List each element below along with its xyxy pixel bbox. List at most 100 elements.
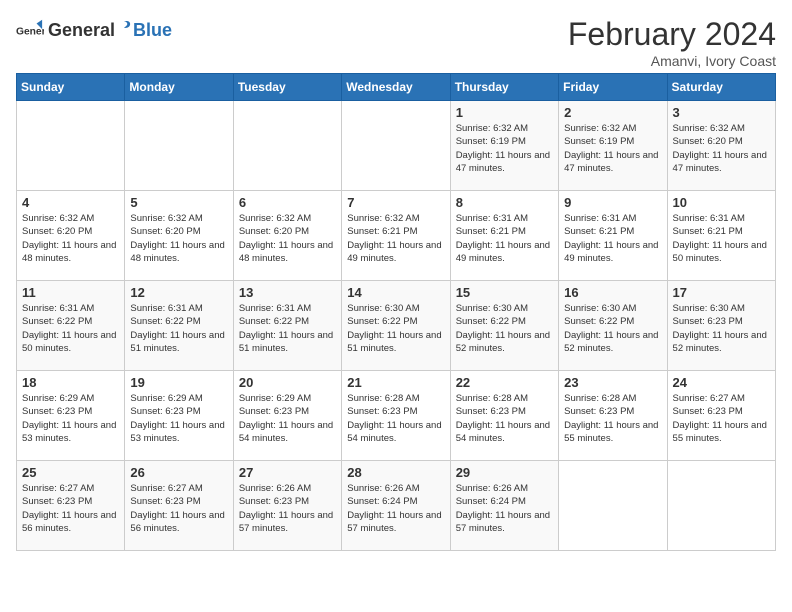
- day-info: Sunrise: 6:32 AM Sunset: 6:19 PM Dayligh…: [456, 122, 553, 175]
- calendar-cell: 2 Sunrise: 6:32 AM Sunset: 6:19 PM Daylig…: [559, 101, 667, 191]
- calendar-cell: 18 Sunrise: 6:29 AM Sunset: 6:23 PM Dayli…: [17, 371, 125, 461]
- calendar-cell: 6Sunrise: 6:32 AM Sunset: 6:20 PM Daylig…: [233, 191, 341, 281]
- logo-bird-icon: [116, 20, 132, 36]
- day-number: 13: [239, 285, 336, 300]
- day-info: Sunrise: 6:28 AM Sunset: 6:23 PM Dayligh…: [456, 392, 553, 445]
- day-info: Sunrise: 6:30 AM Sunset: 6:22 PM Dayligh…: [564, 302, 661, 355]
- calendar-cell: [342, 101, 450, 191]
- day-info: Sunrise: 6:31 AM Sunset: 6:21 PM Dayligh…: [673, 212, 770, 265]
- day-info: Sunrise: 6:29 AM Sunset: 6:23 PM Dayligh…: [239, 392, 336, 445]
- day-info: Sunrise: 6:26 AM Sunset: 6:24 PM Dayligh…: [347, 482, 444, 535]
- day-number: 22: [456, 375, 553, 390]
- calendar-cell: [17, 101, 125, 191]
- day-number: 16: [564, 285, 661, 300]
- day-info: Sunrise: 6:31 AM Sunset: 6:22 PM Dayligh…: [239, 302, 336, 355]
- calendar-week-3: 11 Sunrise: 6:31 AM Sunset: 6:22 PM Dayli…: [17, 281, 776, 371]
- day-number: 2: [564, 105, 661, 120]
- day-info: Sunrise: 6:31 AM Sunset: 6:21 PM Dayligh…: [564, 212, 661, 265]
- day-number: 19: [130, 375, 227, 390]
- day-info: Sunrise: 6:29 AM Sunset: 6:23 PM Dayligh…: [22, 392, 119, 445]
- calendar-cell: 21 Sunrise: 6:28 AM Sunset: 6:23 PM Dayli…: [342, 371, 450, 461]
- calendar-cell: 20 Sunrise: 6:29 AM Sunset: 6:23 PM Dayli…: [233, 371, 341, 461]
- calendar-cell: 15 Sunrise: 6:30 AM Sunset: 6:22 PM Dayli…: [450, 281, 558, 371]
- calendar-subtitle: Amanvi, Ivory Coast: [568, 53, 776, 69]
- calendar-cell: 9Sunrise: 6:31 AM Sunset: 6:21 PM Daylig…: [559, 191, 667, 281]
- calendar-cell: 23Sunrise: 6:28 AM Sunset: 6:23 PM Dayli…: [559, 371, 667, 461]
- calendar-cell: 5Sunrise: 6:32 AM Sunset: 6:20 PM Daylig…: [125, 191, 233, 281]
- day-number: 23: [564, 375, 661, 390]
- calendar-cell: [559, 461, 667, 551]
- calendar-cell: 4 Sunrise: 6:32 AM Sunset: 6:20 PM Daylig…: [17, 191, 125, 281]
- calendar-week-5: 25 Sunrise: 6:27 AM Sunset: 6:23 PM Dayli…: [17, 461, 776, 551]
- calendar-cell: [125, 101, 233, 191]
- logo: General General Blue: [16, 16, 172, 44]
- title-block: February 2024 Amanvi, Ivory Coast: [568, 16, 776, 69]
- day-info: Sunrise: 6:30 AM Sunset: 6:22 PM Dayligh…: [347, 302, 444, 355]
- page-header: General General Blue February 2024 Amanv…: [16, 16, 776, 69]
- day-info: Sunrise: 6:27 AM Sunset: 6:23 PM Dayligh…: [673, 392, 770, 445]
- calendar-week-2: 4 Sunrise: 6:32 AM Sunset: 6:20 PM Daylig…: [17, 191, 776, 281]
- day-number: 3: [673, 105, 770, 120]
- calendar-week-1: 1 Sunrise: 6:32 AM Sunset: 6:19 PM Daylig…: [17, 101, 776, 191]
- calendar-cell: 3Sunrise: 6:32 AM Sunset: 6:20 PM Daylig…: [667, 101, 775, 191]
- calendar-cell: [667, 461, 775, 551]
- day-number: 10: [673, 195, 770, 210]
- day-info: Sunrise: 6:30 AM Sunset: 6:22 PM Dayligh…: [456, 302, 553, 355]
- day-info: Sunrise: 6:29 AM Sunset: 6:23 PM Dayligh…: [130, 392, 227, 445]
- day-number: 18: [22, 375, 119, 390]
- day-number: 21: [347, 375, 444, 390]
- day-header-monday: Monday: [125, 74, 233, 101]
- day-number: 11: [22, 285, 119, 300]
- day-header-tuesday: Tuesday: [233, 74, 341, 101]
- day-info: Sunrise: 6:31 AM Sunset: 6:22 PM Dayligh…: [130, 302, 227, 355]
- calendar-cell: 13 Sunrise: 6:31 AM Sunset: 6:22 PM Dayli…: [233, 281, 341, 371]
- calendar-cell: 7Sunrise: 6:32 AM Sunset: 6:21 PM Daylig…: [342, 191, 450, 281]
- logo-blue-text: Blue: [133, 20, 172, 41]
- calendar-cell: 17 Sunrise: 6:30 AM Sunset: 6:23 PM Dayli…: [667, 281, 775, 371]
- day-number: 15: [456, 285, 553, 300]
- calendar-cell: 29 Sunrise: 6:26 AM Sunset: 6:24 PM Dayli…: [450, 461, 558, 551]
- calendar-cell: 28 Sunrise: 6:26 AM Sunset: 6:24 PM Dayli…: [342, 461, 450, 551]
- calendar-cell: 27Sunrise: 6:26 AM Sunset: 6:23 PM Dayli…: [233, 461, 341, 551]
- day-info: Sunrise: 6:32 AM Sunset: 6:19 PM Dayligh…: [564, 122, 661, 175]
- day-info: Sunrise: 6:26 AM Sunset: 6:23 PM Dayligh…: [239, 482, 336, 535]
- day-info: Sunrise: 6:26 AM Sunset: 6:24 PM Dayligh…: [456, 482, 553, 535]
- day-info: Sunrise: 6:27 AM Sunset: 6:23 PM Dayligh…: [130, 482, 227, 535]
- calendar-cell: 14 Sunrise: 6:30 AM Sunset: 6:22 PM Dayli…: [342, 281, 450, 371]
- day-number: 20: [239, 375, 336, 390]
- day-info: Sunrise: 6:27 AM Sunset: 6:23 PM Dayligh…: [22, 482, 119, 535]
- day-header-wednesday: Wednesday: [342, 74, 450, 101]
- day-number: 4: [22, 195, 119, 210]
- calendar-header-row: SundayMondayTuesdayWednesdayThursdayFrid…: [17, 74, 776, 101]
- day-number: 29: [456, 465, 553, 480]
- day-number: 25: [22, 465, 119, 480]
- day-info: Sunrise: 6:32 AM Sunset: 6:21 PM Dayligh…: [347, 212, 444, 265]
- day-number: 28: [347, 465, 444, 480]
- logo-icon: General: [16, 16, 44, 44]
- day-number: 6: [239, 195, 336, 210]
- day-header-sunday: Sunday: [17, 74, 125, 101]
- day-number: 26: [130, 465, 227, 480]
- calendar-week-4: 18 Sunrise: 6:29 AM Sunset: 6:23 PM Dayli…: [17, 371, 776, 461]
- calendar-cell: 11Sunrise: 6:31 AM Sunset: 6:22 PM Dayli…: [17, 281, 125, 371]
- day-info: Sunrise: 6:32 AM Sunset: 6:20 PM Dayligh…: [130, 212, 227, 265]
- day-number: 1: [456, 105, 553, 120]
- calendar-cell: 8 Sunrise: 6:31 AM Sunset: 6:21 PM Daylig…: [450, 191, 558, 281]
- day-info: Sunrise: 6:31 AM Sunset: 6:21 PM Dayligh…: [456, 212, 553, 265]
- calendar-cell: 26 Sunrise: 6:27 AM Sunset: 6:23 PM Dayli…: [125, 461, 233, 551]
- calendar-table: SundayMondayTuesdayWednesdayThursdayFrid…: [16, 73, 776, 551]
- day-header-friday: Friday: [559, 74, 667, 101]
- calendar-cell: 12 Sunrise: 6:31 AM Sunset: 6:22 PM Dayli…: [125, 281, 233, 371]
- calendar-cell: 10 Sunrise: 6:31 AM Sunset: 6:21 PM Dayli…: [667, 191, 775, 281]
- day-info: Sunrise: 6:28 AM Sunset: 6:23 PM Dayligh…: [347, 392, 444, 445]
- day-info: Sunrise: 6:32 AM Sunset: 6:20 PM Dayligh…: [22, 212, 119, 265]
- day-number: 17: [673, 285, 770, 300]
- calendar-cell: 24Sunrise: 6:27 AM Sunset: 6:23 PM Dayli…: [667, 371, 775, 461]
- day-info: Sunrise: 6:30 AM Sunset: 6:23 PM Dayligh…: [673, 302, 770, 355]
- calendar-title: February 2024: [568, 16, 776, 53]
- svg-text:General: General: [16, 27, 44, 38]
- logo-general-text: General: [48, 20, 115, 41]
- day-number: 14: [347, 285, 444, 300]
- day-number: 8: [456, 195, 553, 210]
- day-number: 12: [130, 285, 227, 300]
